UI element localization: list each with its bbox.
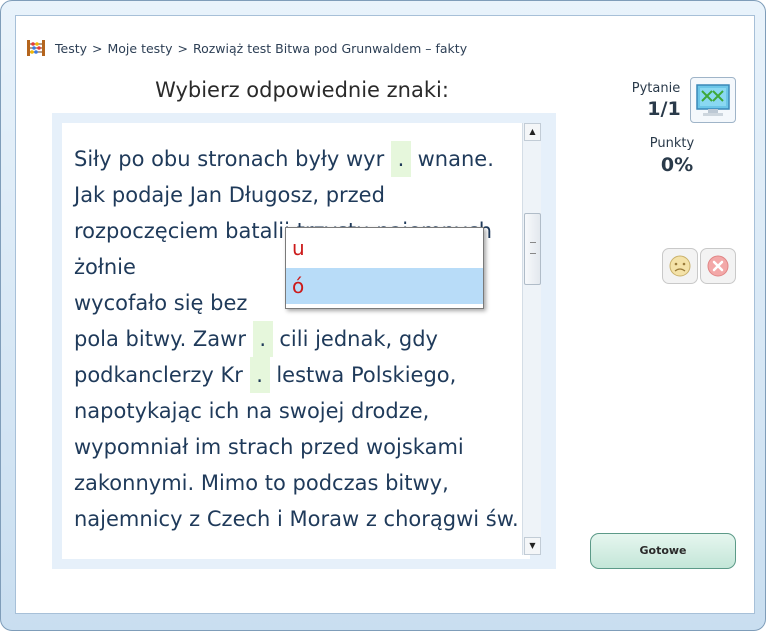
hint-button[interactable] — [662, 248, 698, 284]
breadcrumb-separator: > — [92, 40, 103, 56]
sad-face-icon — [669, 255, 691, 277]
gap-select-1[interactable]: . — [390, 141, 411, 177]
instruction-heading: Wybierz odpowiednie znaki: — [155, 78, 449, 102]
question-label: Pytanie — [631, 81, 681, 96]
breadcrumb-separator: > — [177, 40, 188, 56]
dropdown-option-o-acute[interactable]: ó — [286, 268, 483, 304]
gap-select-kr[interactable]: . — [249, 357, 270, 393]
passage-segment: podkanclerzy Kr — [74, 363, 243, 387]
passage-segment: Polskiego, napotykając ich na swojej dro… — [74, 363, 519, 531]
breadcrumb: Testy > Moje testy > Rozwiąż test Bitwa … — [26, 38, 467, 58]
scroll-grip-icon — [530, 242, 536, 254]
passage-segment: lestwa — [276, 363, 345, 387]
scroll-thumb[interactable] — [524, 213, 541, 285]
vertical-scrollbar[interactable]: ▲ ▼ — [522, 123, 541, 555]
breadcrumb-current-test: Rozwiąż test Bitwa pod Grunwaldem – fakt… — [192, 40, 468, 56]
points-label: Punkty — [649, 136, 695, 151]
cancel-button[interactable] — [700, 248, 736, 284]
abacus-icon — [27, 40, 45, 56]
passage-text: Siły po obu stronach były wyr . wnane. J… — [74, 141, 524, 537]
close-icon — [707, 255, 729, 277]
monitor-icon[interactable] — [690, 77, 736, 123]
gap-select-zawr[interactable]: . — [252, 321, 273, 357]
passage-segment: cili jednak, gdy — [279, 327, 438, 351]
scroll-down-button[interactable]: ▼ — [524, 537, 541, 555]
passage-area: Siły po obu stronach były wyr . wnane. J… — [62, 123, 530, 559]
question-panel: Siły po obu stronach były wyr . wnane. J… — [52, 113, 556, 569]
dropdown-option-u[interactable]: u — [286, 230, 483, 266]
passage-segment: Siły po obu stronach były wyr — [74, 147, 385, 171]
scroll-up-button[interactable]: ▲ — [524, 123, 541, 141]
gap-options-dropdown[interactable]: u ó — [285, 227, 484, 309]
ready-button[interactable]: Gotowe — [590, 533, 736, 569]
points-value: 0% — [660, 154, 694, 176]
breadcrumb-moje-testy[interactable]: Moje testy — [108, 41, 173, 56]
breadcrumb-testy[interactable]: Testy — [55, 41, 87, 56]
passage-segment: pola bitwy. Zawr — [74, 327, 246, 351]
passage-segment: wycofało się bez — [74, 291, 248, 315]
